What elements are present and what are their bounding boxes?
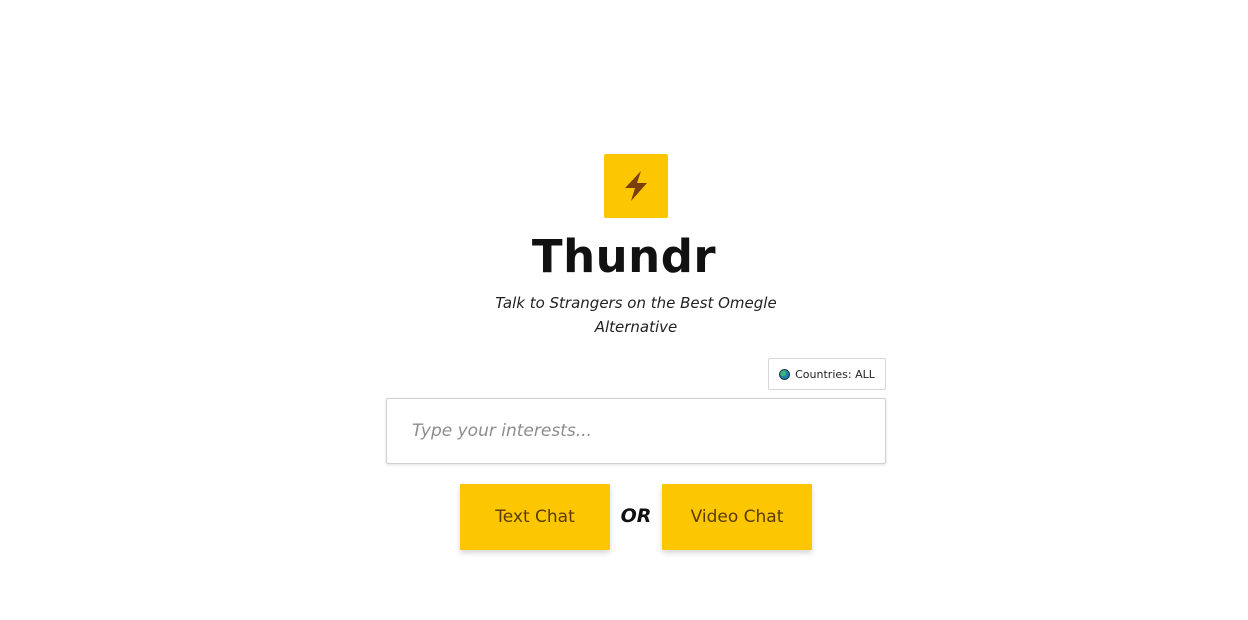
globe-icon [779,368,791,380]
countries-filter-label: Countries: ALL [795,367,875,381]
app-title: Thundr [531,230,717,283]
lightning-bolt-icon [625,171,647,201]
or-separator: OR [620,505,652,527]
text-chat-button[interactable]: Text Chat [460,484,610,550]
logo [604,154,668,218]
interests-input[interactable] [386,398,886,464]
landing-page: Thundr Talk to Strangers on the Best Ome… [0,0,1248,620]
app-tagline: Talk to Strangers on the Best Omegle Alt… [495,294,777,336]
countries-filter-button[interactable]: Countries: ALL [768,358,886,390]
video-chat-button[interactable]: Video Chat [662,484,812,550]
